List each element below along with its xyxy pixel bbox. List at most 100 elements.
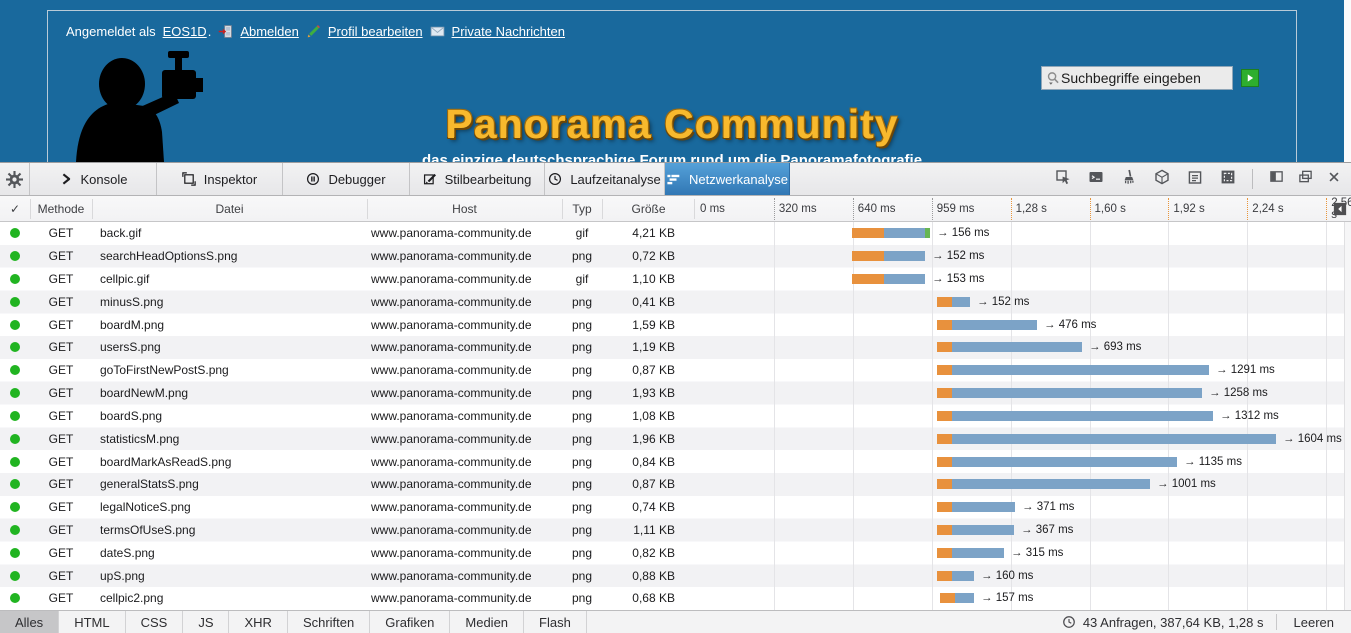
tab-laufzeitanalyse[interactable]: Laufzeitanalyse — [545, 163, 665, 195]
user-link-profil-bearbeiten[interactable]: Profil bearbeiten — [328, 24, 423, 39]
tab-netzwerkanalyse[interactable]: Netzwerkanalyse — [665, 163, 790, 195]
host-cell: www.panorama-community.de — [367, 523, 562, 537]
username-link[interactable]: EOS1D — [163, 24, 207, 39]
search-box — [1041, 66, 1233, 90]
waterfall-bar: → 153 ms — [852, 273, 984, 285]
request-row[interactable]: GETboardS.pngwww.panorama-community.depn… — [0, 405, 1344, 428]
waterfall-segment-wait — [852, 274, 884, 284]
responsive-design-icon — [1220, 169, 1236, 185]
filter-html[interactable]: HTML — [59, 611, 125, 633]
request-row[interactable]: GETboardM.pngwww.panorama-community.depn… — [0, 313, 1344, 336]
waterfall-segment-recv — [952, 342, 1082, 352]
size-cell: 0,41 KB — [602, 295, 695, 309]
status-cell — [0, 274, 30, 284]
request-row[interactable]: GETgeneralStatsS.pngwww.panorama-communi… — [0, 473, 1344, 496]
request-row[interactable]: GETtermsOfUseS.pngwww.panorama-community… — [0, 519, 1344, 542]
filter-medien[interactable]: Medien — [450, 611, 524, 633]
type-cell: png — [562, 386, 602, 400]
search-input[interactable] — [1061, 70, 1219, 86]
timeline-tick-label: 640 ms — [858, 196, 896, 222]
tab-stilbearbeitung[interactable]: Stilbearbeitung — [410, 163, 545, 195]
status-ok-dot — [10, 342, 20, 352]
box-3d-button[interactable] — [1154, 169, 1170, 190]
size-cell: 1,96 KB — [602, 432, 695, 446]
request-row[interactable]: GETusersS.pngwww.panorama-community.depn… — [0, 336, 1344, 359]
waterfall-segment-wait — [937, 388, 952, 398]
waterfall-segment-recv — [952, 297, 970, 307]
request-row[interactable]: GETcellpic2.pngwww.panorama-community.de… — [0, 587, 1344, 610]
site-title: Panorama Community — [0, 101, 1344, 148]
split-console-button[interactable] — [1088, 169, 1104, 190]
filter-js[interactable]: JS — [183, 611, 229, 633]
method-cell: GET — [30, 455, 92, 469]
status-cell — [0, 251, 30, 261]
request-row[interactable]: GETsearchHeadOptionsS.pngwww.panorama-co… — [0, 245, 1344, 268]
request-row[interactable]: GETlegalNoticeS.pngwww.panorama-communit… — [0, 496, 1344, 519]
size-cell: 0,84 KB — [602, 455, 695, 469]
network-footer: AllesHTMLCSSJSXHRSchriftenGrafikenMedien… — [0, 610, 1351, 633]
filter-schriften[interactable]: Schriften — [288, 611, 370, 633]
waterfall-segment-recv — [952, 548, 1004, 558]
type-cell: png — [562, 477, 602, 491]
method-cell: GET — [30, 226, 92, 240]
request-row[interactable]: GETboardMarkAsReadS.pngwww.panorama-comm… — [0, 450, 1344, 473]
search-submit-button[interactable] — [1241, 69, 1259, 87]
dock-side-button[interactable] — [1269, 169, 1284, 189]
request-row[interactable]: GETdateS.pngwww.panorama-community.depng… — [0, 541, 1344, 564]
user-links: Abmelden Profil bearbeiten Private Nachric… — [218, 24, 565, 39]
debugger-pause-icon — [306, 172, 320, 186]
column-type-header[interactable]: Typ — [562, 196, 602, 222]
filter-alles[interactable]: Alles — [0, 611, 59, 633]
status-ok-dot — [10, 571, 20, 581]
filter-grafiken[interactable]: Grafiken — [370, 611, 450, 633]
request-row[interactable]: GETboardNewM.pngwww.panorama-community.d… — [0, 382, 1344, 405]
status-cell — [0, 593, 30, 603]
column-host-header[interactable]: Host — [367, 196, 562, 222]
column-status-header[interactable]: ✓ — [0, 196, 30, 222]
filter-buttons: AllesHTMLCSSJSXHRSchriftenGrafikenMedien… — [0, 611, 587, 633]
user-link-abmelden[interactable]: Abmelden — [240, 24, 299, 39]
waterfall-time-label: → 1604 ms — [1283, 433, 1342, 445]
waterfall-time-label: → 315 ms — [1011, 547, 1063, 559]
user-link-private-nachrichten[interactable]: Private Nachrichten — [452, 24, 565, 39]
request-row[interactable]: GETgoToFirstNewPostS.pngwww.panorama-com… — [0, 359, 1344, 382]
filter-xhr[interactable]: XHR — [229, 611, 287, 633]
screen: Angemeldet als EOS1D. AbmeldenProfil bea… — [0, 0, 1351, 633]
column-file-header[interactable]: Datei — [92, 196, 367, 222]
scrollbar-gutter[interactable] — [1344, 222, 1351, 610]
request-row[interactable]: GETstatisticsM.pngwww.panorama-community… — [0, 427, 1344, 450]
file-cell: cellpic2.png — [92, 591, 367, 605]
method-cell: GET — [30, 500, 92, 514]
request-row[interactable]: GETminusS.pngwww.panorama-community.depn… — [0, 290, 1344, 313]
column-size-header[interactable]: Größe — [602, 196, 695, 222]
status-ok-dot — [10, 502, 20, 512]
waterfall-time-label: → 152 ms — [977, 296, 1029, 308]
request-row[interactable]: GETupS.pngwww.panorama-community.depng0,… — [0, 564, 1344, 587]
file-cell: boardS.png — [92, 409, 367, 423]
timeline-collapse-icon[interactable] — [1333, 202, 1347, 216]
paintbrush-button[interactable] — [1121, 169, 1137, 190]
waterfall-cell: → 315 ms — [695, 541, 1344, 564]
timeline-tick-line — [1247, 198, 1248, 220]
waterfall-segment-wait — [937, 297, 952, 307]
tab-debugger[interactable]: Debugger — [283, 163, 410, 195]
waterfall-segment-recv — [952, 571, 974, 581]
close-button[interactable] — [1327, 170, 1341, 189]
clear-requests-button[interactable]: Leeren — [1277, 611, 1351, 633]
method-cell: GET — [30, 249, 92, 263]
pick-element-button[interactable] — [1055, 169, 1071, 190]
toolbar-separator — [1252, 169, 1253, 189]
separate-window-button[interactable] — [1298, 169, 1313, 189]
scratchpad-button[interactable] — [1187, 169, 1203, 190]
tab-konsole[interactable]: Konsole — [30, 163, 157, 195]
request-row[interactable]: GETback.gifwww.panorama-community.degif4… — [0, 222, 1344, 245]
responsive-design-button[interactable] — [1220, 169, 1236, 190]
filter-flash[interactable]: Flash — [524, 611, 587, 633]
request-row[interactable]: GETcellpic.gifwww.panorama-community.deg… — [0, 268, 1344, 291]
devtools-settings-button[interactable] — [0, 163, 30, 195]
file-cell: minusS.png — [92, 295, 367, 309]
size-cell: 0,87 KB — [602, 363, 695, 377]
filter-css[interactable]: CSS — [126, 611, 184, 633]
column-method-header[interactable]: Methode — [30, 196, 92, 222]
tab-inspektor[interactable]: Inspektor — [157, 163, 283, 195]
